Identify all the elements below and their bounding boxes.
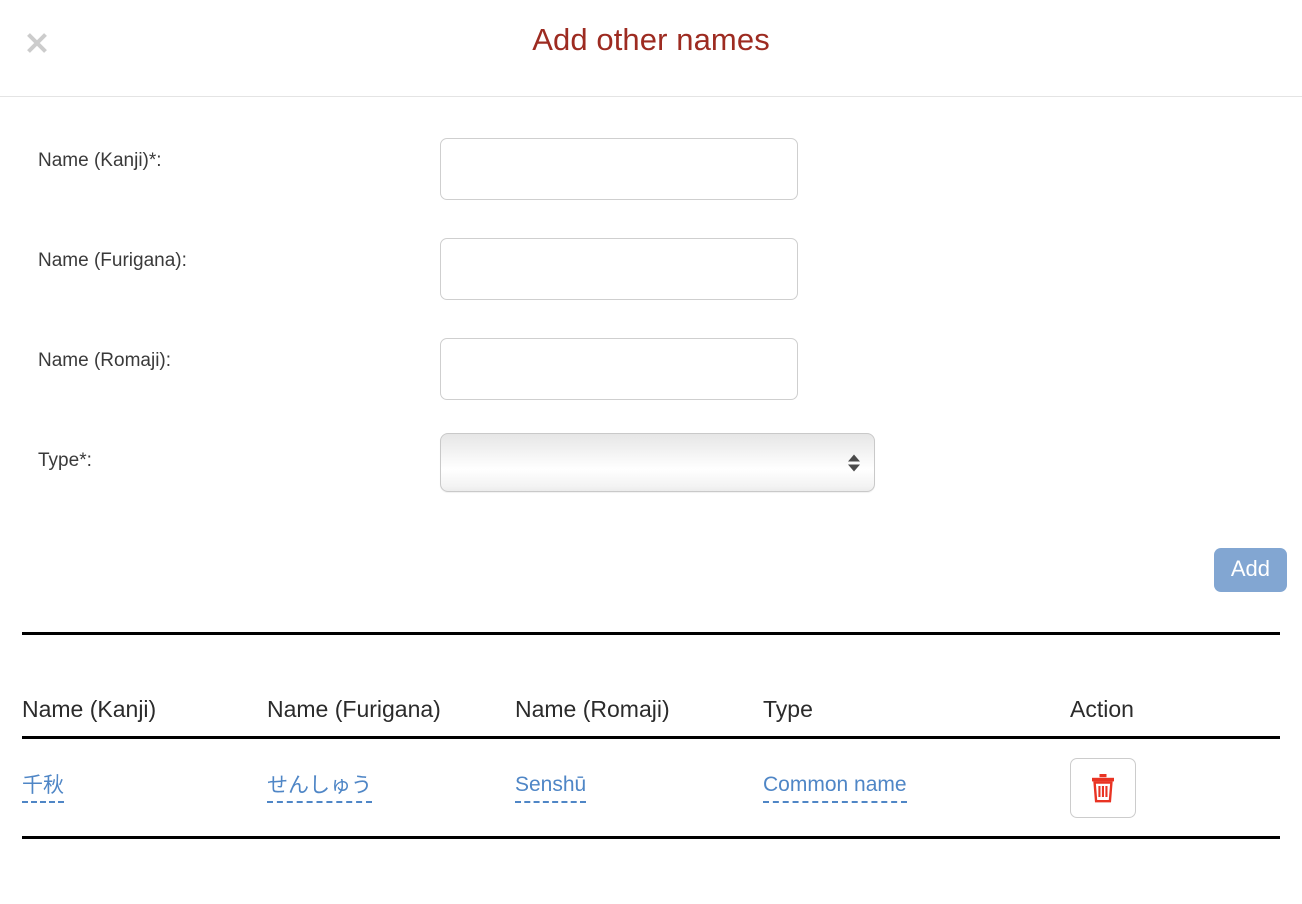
form-row-name-furigana: Name (Furigana): (0, 231, 1302, 331)
label-name-furigana: Name (Furigana): (38, 250, 187, 271)
column-header-name-furigana: Name (Furigana) (267, 632, 515, 739)
label-name-romaji: Name (Romaji): (38, 350, 172, 371)
table-body: 千秋 せんしゅう Senshū Common name (22, 737, 1280, 839)
column-header-name-kanji: Name (Kanji) (22, 632, 267, 739)
name-kanji-input[interactable] (440, 138, 798, 200)
editable-name-kanji[interactable]: 千秋 (22, 772, 64, 804)
delete-row-button[interactable] (1070, 757, 1136, 818)
cell-type: Common name (763, 737, 1070, 839)
cell-name-romaji: Senshū (515, 737, 763, 839)
label-type: Type*: (38, 450, 92, 471)
column-header-name-romaji: Name (Romaji) (515, 632, 763, 739)
add-button-row: Add (0, 541, 1302, 621)
select-stepper-icon (848, 454, 860, 471)
chevron-up-icon (848, 454, 860, 461)
cell-name-furigana: せんしゅう (267, 737, 515, 839)
table-header: Name (Kanji) Name (Furigana) Name (Romaj… (22, 632, 1280, 739)
editable-name-romaji[interactable]: Senshū (515, 772, 587, 804)
form-row-name-kanji: Name (Kanji)*: (0, 131, 1302, 231)
type-select[interactable] (440, 433, 875, 492)
name-furigana-input[interactable] (440, 238, 798, 300)
cell-name-kanji: 千秋 (22, 737, 267, 839)
label-name-kanji: Name (Kanji)*: (38, 150, 162, 171)
column-header-type: Type (763, 632, 1070, 739)
table-row: 千秋 せんしゅう Senshū Common name (22, 737, 1280, 839)
name-romaji-input[interactable] (440, 338, 798, 400)
trash-icon (1090, 773, 1116, 803)
add-button[interactable]: Add (1213, 548, 1287, 592)
column-header-action: Action (1070, 632, 1280, 739)
chevron-down-icon (848, 464, 860, 471)
editable-type[interactable]: Common name (763, 772, 907, 804)
form-row-type: Type*: (0, 431, 1302, 541)
other-names-table: Name (Kanji) Name (Furigana) Name (Romaj… (22, 632, 1280, 839)
editable-name-furigana[interactable]: せんしゅう (267, 772, 372, 804)
cell-action (1070, 737, 1280, 839)
form-row-name-romaji: Name (Romaji): (0, 331, 1302, 431)
modal-header: Add other names (0, 0, 1302, 97)
add-name-form: Name (Kanji)*: Name (Furigana): Name (Ro… (0, 97, 1302, 621)
modal-title: Add other names (532, 22, 770, 57)
table-header-row: Name (Kanji) Name (Furigana) Name (Romaj… (22, 632, 1280, 739)
